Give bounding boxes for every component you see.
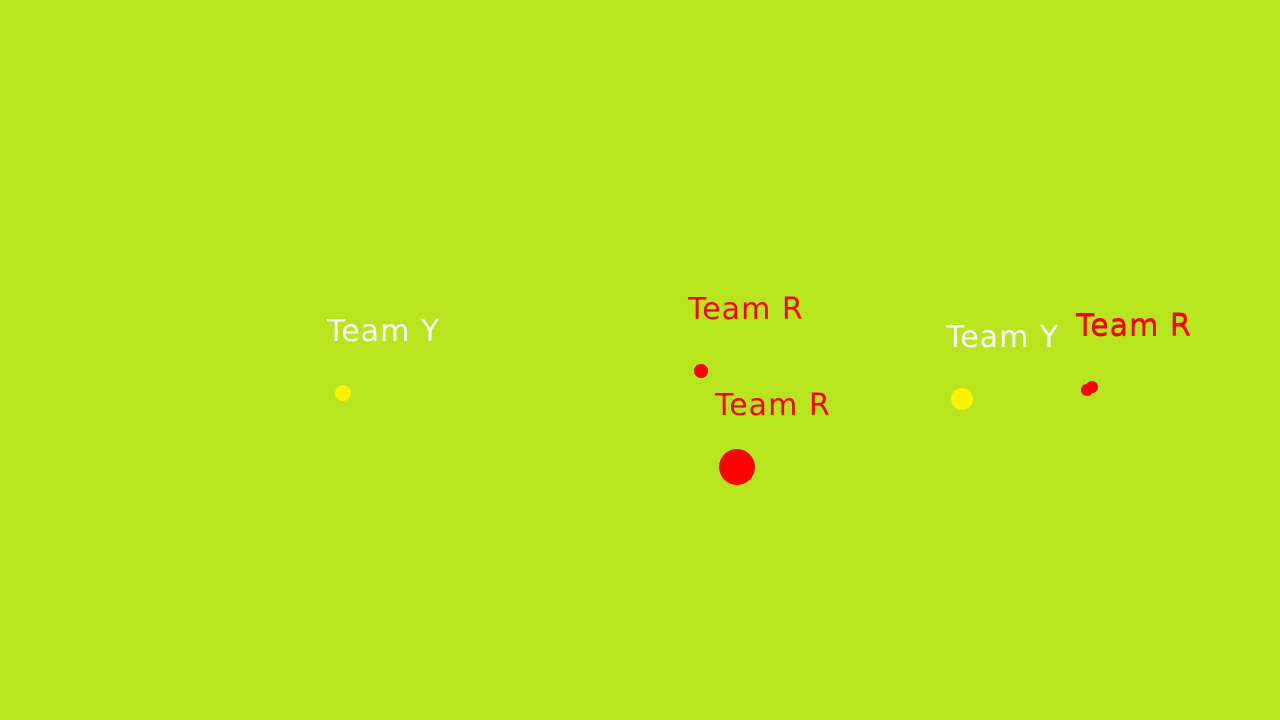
- player-label: Team Y: [946, 320, 1060, 355]
- player-marker: [719, 449, 755, 485]
- player-marker: [694, 364, 708, 378]
- player-label: Team Y: [327, 314, 441, 349]
- player-label: Team R: [688, 292, 804, 327]
- game-field: Team Y Team R Team R Team Y Team R Team …: [0, 0, 1280, 720]
- player-label: Team R: [1076, 308, 1192, 343]
- player-marker: [1086, 381, 1098, 393]
- player-marker: [951, 388, 973, 410]
- player-marker: [335, 385, 351, 401]
- player-label: Team R: [715, 388, 831, 423]
